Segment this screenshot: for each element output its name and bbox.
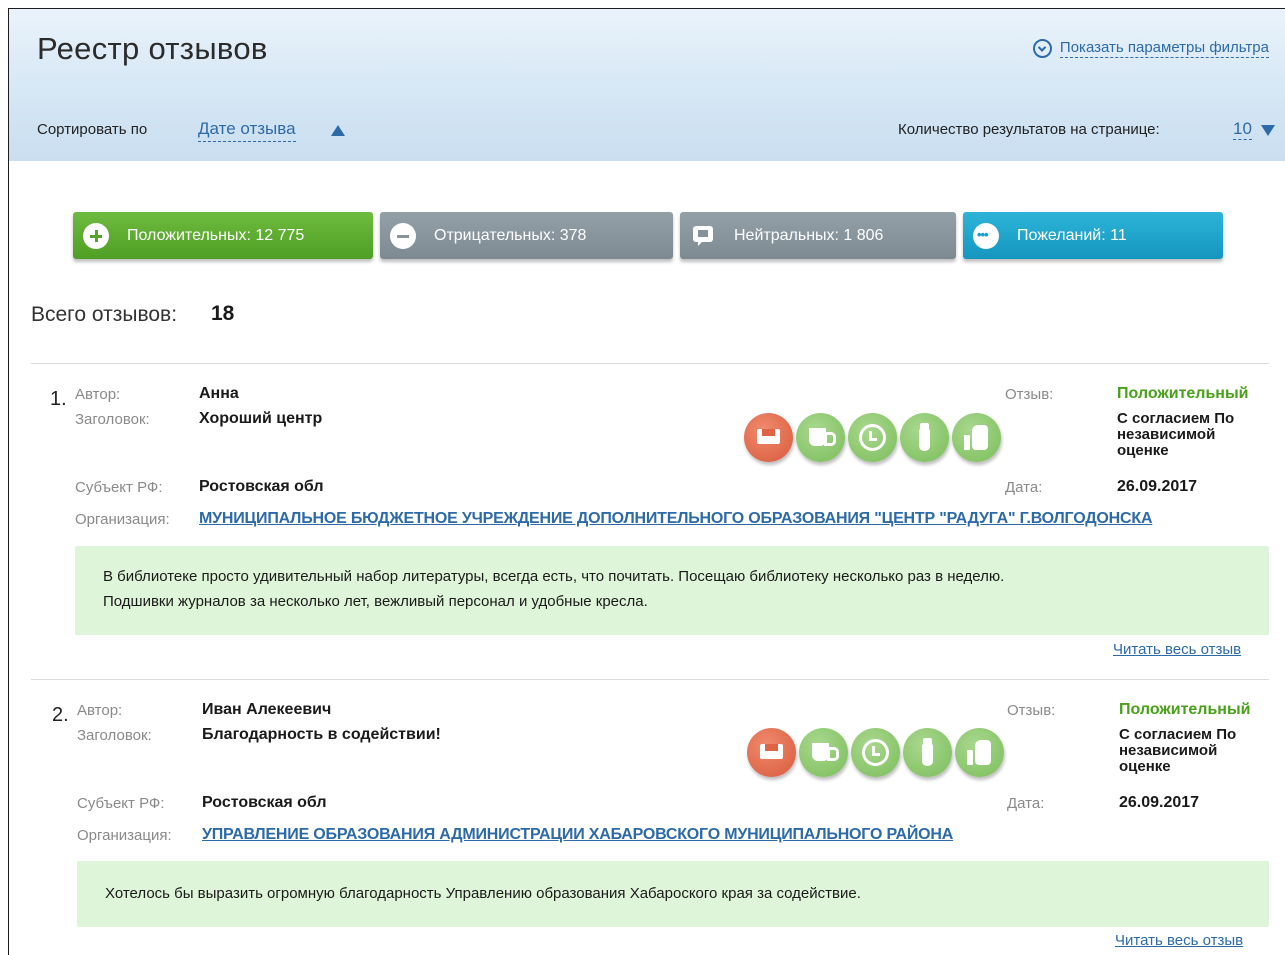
review-consent: С согласием По независимой оценке bbox=[1117, 410, 1235, 459]
thumbs-up-icon bbox=[955, 728, 1004, 777]
page-header: Реестр отзывов Показать параметры фильтр… bbox=[9, 9, 1285, 161]
tie-icon bbox=[903, 728, 952, 777]
clock-icon bbox=[848, 413, 897, 462]
review-consent: С согласием По независимой оценке bbox=[1119, 726, 1237, 775]
badge-row bbox=[747, 728, 1004, 777]
total-reviews-label: Всего отзывов: bbox=[31, 303, 178, 326]
review-type-label: Отзыв: bbox=[1005, 386, 1054, 403]
author-value: Анна bbox=[199, 385, 239, 402]
organization-label: Организация: bbox=[75, 511, 170, 528]
chevron-down-icon[interactable] bbox=[1261, 125, 1275, 136]
date-label: Дата: bbox=[1005, 479, 1043, 496]
organization-link[interactable]: МУНИЦИПАЛЬНОЕ БЮДЖЕТНОЕ УЧРЕЖДЕНИЕ ДОПОЛ… bbox=[199, 510, 1153, 528]
author-value: Иван Алекеевич bbox=[202, 701, 332, 718]
review-text-box: Хотелось бы выразить огромную благодарно… bbox=[77, 861, 1269, 927]
page-frame: Реестр отзывов Показать параметры фильтр… bbox=[8, 8, 1285, 955]
show-filter-button[interactable]: Показать параметры фильтра bbox=[1032, 39, 1269, 58]
per-page-select[interactable]: 10 bbox=[1233, 119, 1252, 140]
total-reviews-count: 18 bbox=[211, 302, 235, 325]
tie-icon bbox=[900, 413, 949, 462]
author-label: Автор: bbox=[77, 702, 123, 719]
review-type-label: Отзыв: bbox=[1007, 702, 1056, 719]
divider bbox=[31, 679, 1269, 680]
review-number: 2. bbox=[52, 704, 69, 726]
read-full-review-link[interactable]: Читать весь отзыв bbox=[1115, 932, 1243, 949]
sort-ascending-icon[interactable] bbox=[331, 125, 345, 136]
clock-icon bbox=[851, 728, 900, 777]
chevron-circle-down-icon bbox=[1032, 39, 1052, 58]
date-label: Дата: bbox=[1007, 795, 1045, 812]
thumbs-up-icon bbox=[952, 413, 1001, 462]
badge-row bbox=[744, 413, 1001, 462]
wishes-filter-button[interactable]: Пожеланий: 11 bbox=[963, 212, 1223, 259]
date-value: 26.09.2017 bbox=[1117, 478, 1198, 495]
review-text-box: В библиотеке просто удивительный набор л… bbox=[75, 546, 1269, 635]
review-number: 1. bbox=[50, 388, 67, 410]
region-value: Ростовская обл bbox=[199, 478, 324, 495]
wishes-count-label: Пожеланий: 11 bbox=[1017, 226, 1127, 244]
region-label: Субъект РФ: bbox=[75, 479, 163, 496]
minus-circle-icon bbox=[390, 222, 416, 249]
per-page-label: Количество результатов на странице: bbox=[898, 121, 1160, 138]
sort-select[interactable]: Дате отзыва bbox=[198, 119, 296, 142]
tray-icon bbox=[744, 413, 793, 462]
review-text-line: Подшивки журналов за несколько лет, вежл… bbox=[103, 593, 648, 610]
tray-icon bbox=[747, 728, 796, 777]
title-label: Заголовок: bbox=[75, 411, 150, 428]
author-label: Автор: bbox=[75, 386, 121, 403]
review-type-value: Положительный bbox=[1117, 385, 1249, 402]
cup-icon bbox=[799, 728, 848, 777]
speech-bubble-icon bbox=[690, 223, 716, 249]
title-value: Хороший центр bbox=[199, 410, 323, 427]
read-full-review-link[interactable]: Читать весь отзыв bbox=[1113, 641, 1241, 658]
page-title: Реестр отзывов bbox=[37, 31, 268, 66]
review-text-line: Хотелось бы выразить огромную благодарно… bbox=[105, 885, 861, 902]
title-label: Заголовок: bbox=[77, 727, 152, 744]
date-value: 26.09.2017 bbox=[1119, 794, 1200, 811]
show-filter-label: Показать параметры фильтра bbox=[1059, 39, 1269, 58]
divider bbox=[31, 363, 1269, 364]
chat-dots-icon bbox=[973, 222, 999, 249]
title-value: Благодарность в содействии! bbox=[202, 726, 441, 743]
plus-circle-icon bbox=[83, 222, 109, 249]
sort-label: Сортировать по bbox=[37, 121, 148, 138]
neutral-count-label: Нейтральных: 1 806 bbox=[734, 226, 884, 244]
region-label: Субъект РФ: bbox=[77, 795, 165, 812]
negative-count-label: Отрицательных: 378 bbox=[434, 226, 587, 244]
organization-label: Организация: bbox=[77, 827, 172, 844]
positive-filter-button[interactable]: Положительных: 12 775 bbox=[73, 212, 373, 259]
review-type-value: Положительный bbox=[1119, 701, 1251, 718]
region-value: Ростовская обл bbox=[202, 794, 327, 811]
positive-count-label: Положительных: 12 775 bbox=[127, 226, 305, 244]
neutral-filter-button[interactable]: Нейтральных: 1 806 bbox=[680, 212, 956, 259]
negative-filter-button[interactable]: Отрицательных: 378 bbox=[380, 212, 673, 259]
review-text-line: В библиотеке просто удивительный набор л… bbox=[103, 568, 1005, 585]
organization-link[interactable]: УПРАВЛЕНИЕ ОБРАЗОВАНИЯ АДМИНИСТРАЦИИ ХАБ… bbox=[202, 826, 953, 844]
cup-icon bbox=[796, 413, 845, 462]
